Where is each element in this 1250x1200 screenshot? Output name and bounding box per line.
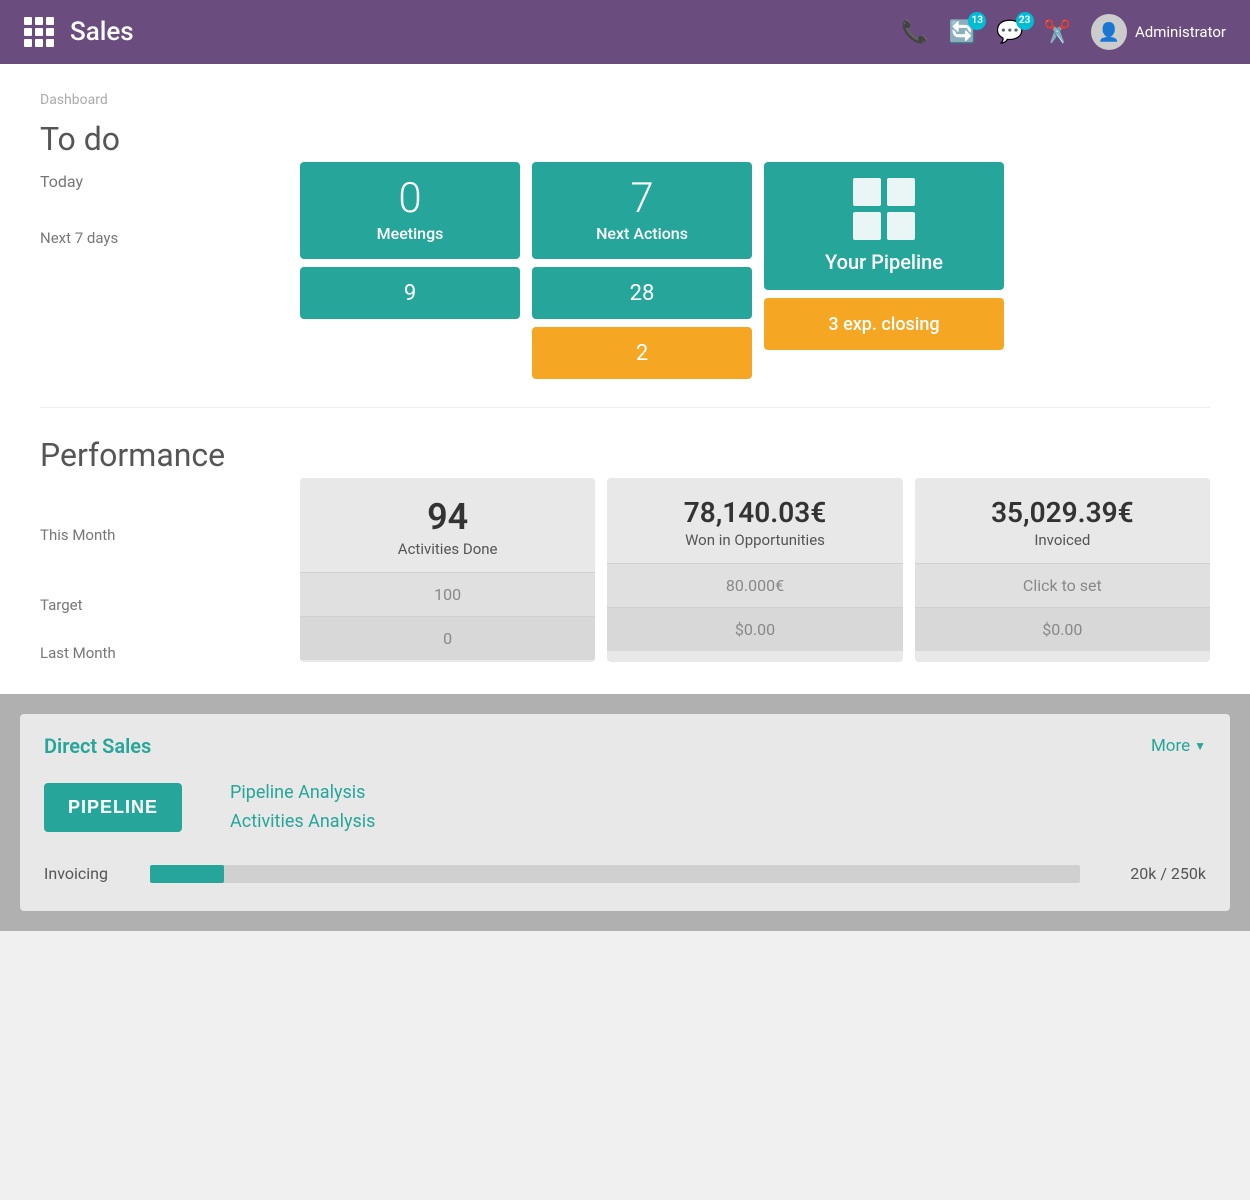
invoiced-label: Invoiced bbox=[1034, 531, 1090, 549]
header-right: 📞 🔄 13 💬 23 ✂️ 👤 Administrator bbox=[901, 14, 1226, 50]
header-left: Sales bbox=[24, 17, 134, 47]
invoicing-label: Invoicing bbox=[44, 864, 134, 883]
progress-bar-fill bbox=[150, 865, 224, 883]
phone-icon[interactable]: 📞 bbox=[901, 20, 928, 45]
next-actions-today-num: 7 bbox=[630, 178, 653, 220]
meetings-today-card[interactable]: 0 Meetings bbox=[300, 162, 520, 259]
todo-section: Today Next 7 days 0 Meetings 9 7 Next Ac… bbox=[40, 162, 1210, 379]
more-button[interactable]: More ▼ bbox=[1151, 736, 1206, 756]
activities-done-num: 94 bbox=[427, 496, 468, 538]
activities-target-row: 100 bbox=[300, 572, 595, 616]
settings-icon[interactable]: ✂️ bbox=[1044, 20, 1071, 45]
activities-done-label: Activities Done bbox=[398, 540, 498, 558]
sales-title[interactable]: Direct Sales bbox=[44, 734, 151, 758]
invoiced-num: 35,029.39€ bbox=[991, 496, 1134, 529]
notifications-badge: 23 bbox=[1016, 12, 1034, 30]
analysis-links: Pipeline Analysis Activities Analysis bbox=[230, 782, 375, 832]
activities-done-card[interactable]: 94 Activities Done 100 0 bbox=[300, 478, 595, 662]
main-content: Dashboard To do Today Next 7 days 0 Meet… bbox=[0, 64, 1250, 694]
app-title: Sales bbox=[70, 17, 134, 47]
next-actions-col: 7 Next Actions 28 2 bbox=[532, 162, 752, 379]
performance-title: Performance bbox=[40, 436, 1210, 474]
today-label: Today bbox=[40, 172, 280, 191]
pipeline-col: Your Pipeline 3 exp. closing bbox=[764, 162, 1004, 379]
activities-last-row: 0 bbox=[300, 616, 595, 660]
invoiced-target-row[interactable]: Click to set bbox=[915, 563, 1210, 607]
activities-done-top: 94 Activities Done bbox=[300, 478, 595, 572]
exp-closing-card[interactable]: 3 exp. closing bbox=[764, 298, 1004, 350]
pipeline-label: Your Pipeline bbox=[825, 250, 943, 274]
grid-icon[interactable] bbox=[24, 17, 54, 47]
section-divider bbox=[40, 407, 1210, 408]
invoiced-last-val: $0.00 bbox=[1042, 620, 1082, 639]
progress-bar bbox=[150, 865, 1080, 883]
pipeline-grid-icon bbox=[853, 178, 915, 240]
next-actions-7days-num: 28 bbox=[630, 281, 655, 306]
todo-title: To do bbox=[40, 120, 1210, 158]
app-header: Sales 📞 🔄 13 💬 23 ✂️ 👤 Administrator bbox=[0, 0, 1250, 64]
target-label: Target bbox=[40, 596, 300, 614]
invoiced-last-row: $0.00 bbox=[915, 607, 1210, 651]
more-label: More bbox=[1151, 736, 1190, 756]
meetings-today-num: 0 bbox=[398, 178, 421, 220]
won-card[interactable]: 78,140.03€ Won in Opportunities 80.000€ … bbox=[607, 478, 902, 662]
calls-badge: 13 bbox=[968, 12, 986, 30]
activities-analysis-link[interactable]: Activities Analysis bbox=[230, 811, 375, 832]
next-actions-7days-card[interactable]: 28 bbox=[532, 267, 752, 319]
meetings-today-label: Meetings bbox=[377, 224, 444, 243]
exp-closing-label: 3 exp. closing bbox=[828, 314, 939, 335]
chat-icon[interactable]: 💬 23 bbox=[996, 20, 1023, 45]
perf-labels: This Month Target Last Month bbox=[40, 478, 300, 662]
next-actions-today-card[interactable]: 7 Next Actions bbox=[532, 162, 752, 259]
performance-section: This Month Target Last Month 94 Activiti… bbox=[40, 478, 1210, 662]
invoiced-top: 35,029.39€ Invoiced bbox=[915, 478, 1210, 563]
sales-actions: PIPELINE Pipeline Analysis Activities An… bbox=[44, 782, 1206, 832]
invoicing-value: 20k / 250k bbox=[1096, 864, 1206, 883]
this-month-label: This Month bbox=[40, 526, 300, 544]
invoiced-card[interactable]: 35,029.39€ Invoiced Click to set $0.00 bbox=[915, 478, 1210, 662]
won-last-val: $0.00 bbox=[735, 620, 775, 639]
next7-label: Next 7 days bbox=[40, 229, 280, 247]
perf-cards: 94 Activities Done 100 0 78,140.03€ Won … bbox=[300, 478, 1210, 662]
pipeline-button[interactable]: PIPELINE bbox=[44, 783, 182, 832]
won-target-val: 80.000€ bbox=[726, 576, 784, 595]
activities-last-val: 0 bbox=[443, 629, 452, 648]
meetings-col: 0 Meetings 9 bbox=[300, 162, 520, 379]
breadcrumb: Dashboard bbox=[40, 92, 1210, 108]
won-num: 78,140.03€ bbox=[684, 496, 827, 529]
won-target-row: 80.000€ bbox=[607, 563, 902, 607]
invoicing-row: Invoicing 20k / 250k bbox=[44, 864, 1206, 883]
clock-icon[interactable]: 🔄 13 bbox=[949, 20, 976, 45]
invoiced-target-val: Click to set bbox=[1023, 576, 1102, 595]
todo-labels: Today Next 7 days bbox=[40, 162, 300, 247]
todo-cards: 0 Meetings 9 7 Next Actions 28 2 bbox=[300, 162, 1210, 379]
meetings-7days-num: 9 bbox=[404, 281, 416, 306]
sales-card-header: Direct Sales More ▼ bbox=[44, 734, 1206, 758]
next-actions-today-label: Next Actions bbox=[596, 224, 688, 243]
pipeline-analysis-link[interactable]: Pipeline Analysis bbox=[230, 782, 375, 803]
sales-card: Direct Sales More ▼ PIPELINE Pipeline An… bbox=[20, 714, 1230, 911]
bottom-section: Direct Sales More ▼ PIPELINE Pipeline An… bbox=[0, 694, 1250, 931]
overdue-card[interactable]: 2 bbox=[532, 327, 752, 379]
admin-name: Administrator bbox=[1135, 23, 1226, 41]
activities-target-val: 100 bbox=[434, 585, 461, 604]
pipeline-card[interactable]: Your Pipeline bbox=[764, 162, 1004, 290]
admin-avatar: 👤 bbox=[1091, 14, 1127, 50]
last-month-label: Last Month bbox=[40, 644, 300, 662]
meetings-7days-card[interactable]: 9 bbox=[300, 267, 520, 319]
won-top: 78,140.03€ Won in Opportunities bbox=[607, 478, 902, 563]
admin-menu[interactable]: 👤 Administrator bbox=[1091, 14, 1226, 50]
won-label: Won in Opportunities bbox=[685, 531, 825, 549]
more-chevron-icon: ▼ bbox=[1194, 739, 1206, 753]
won-last-row: $0.00 bbox=[607, 607, 902, 651]
overdue-num: 2 bbox=[636, 341, 648, 366]
